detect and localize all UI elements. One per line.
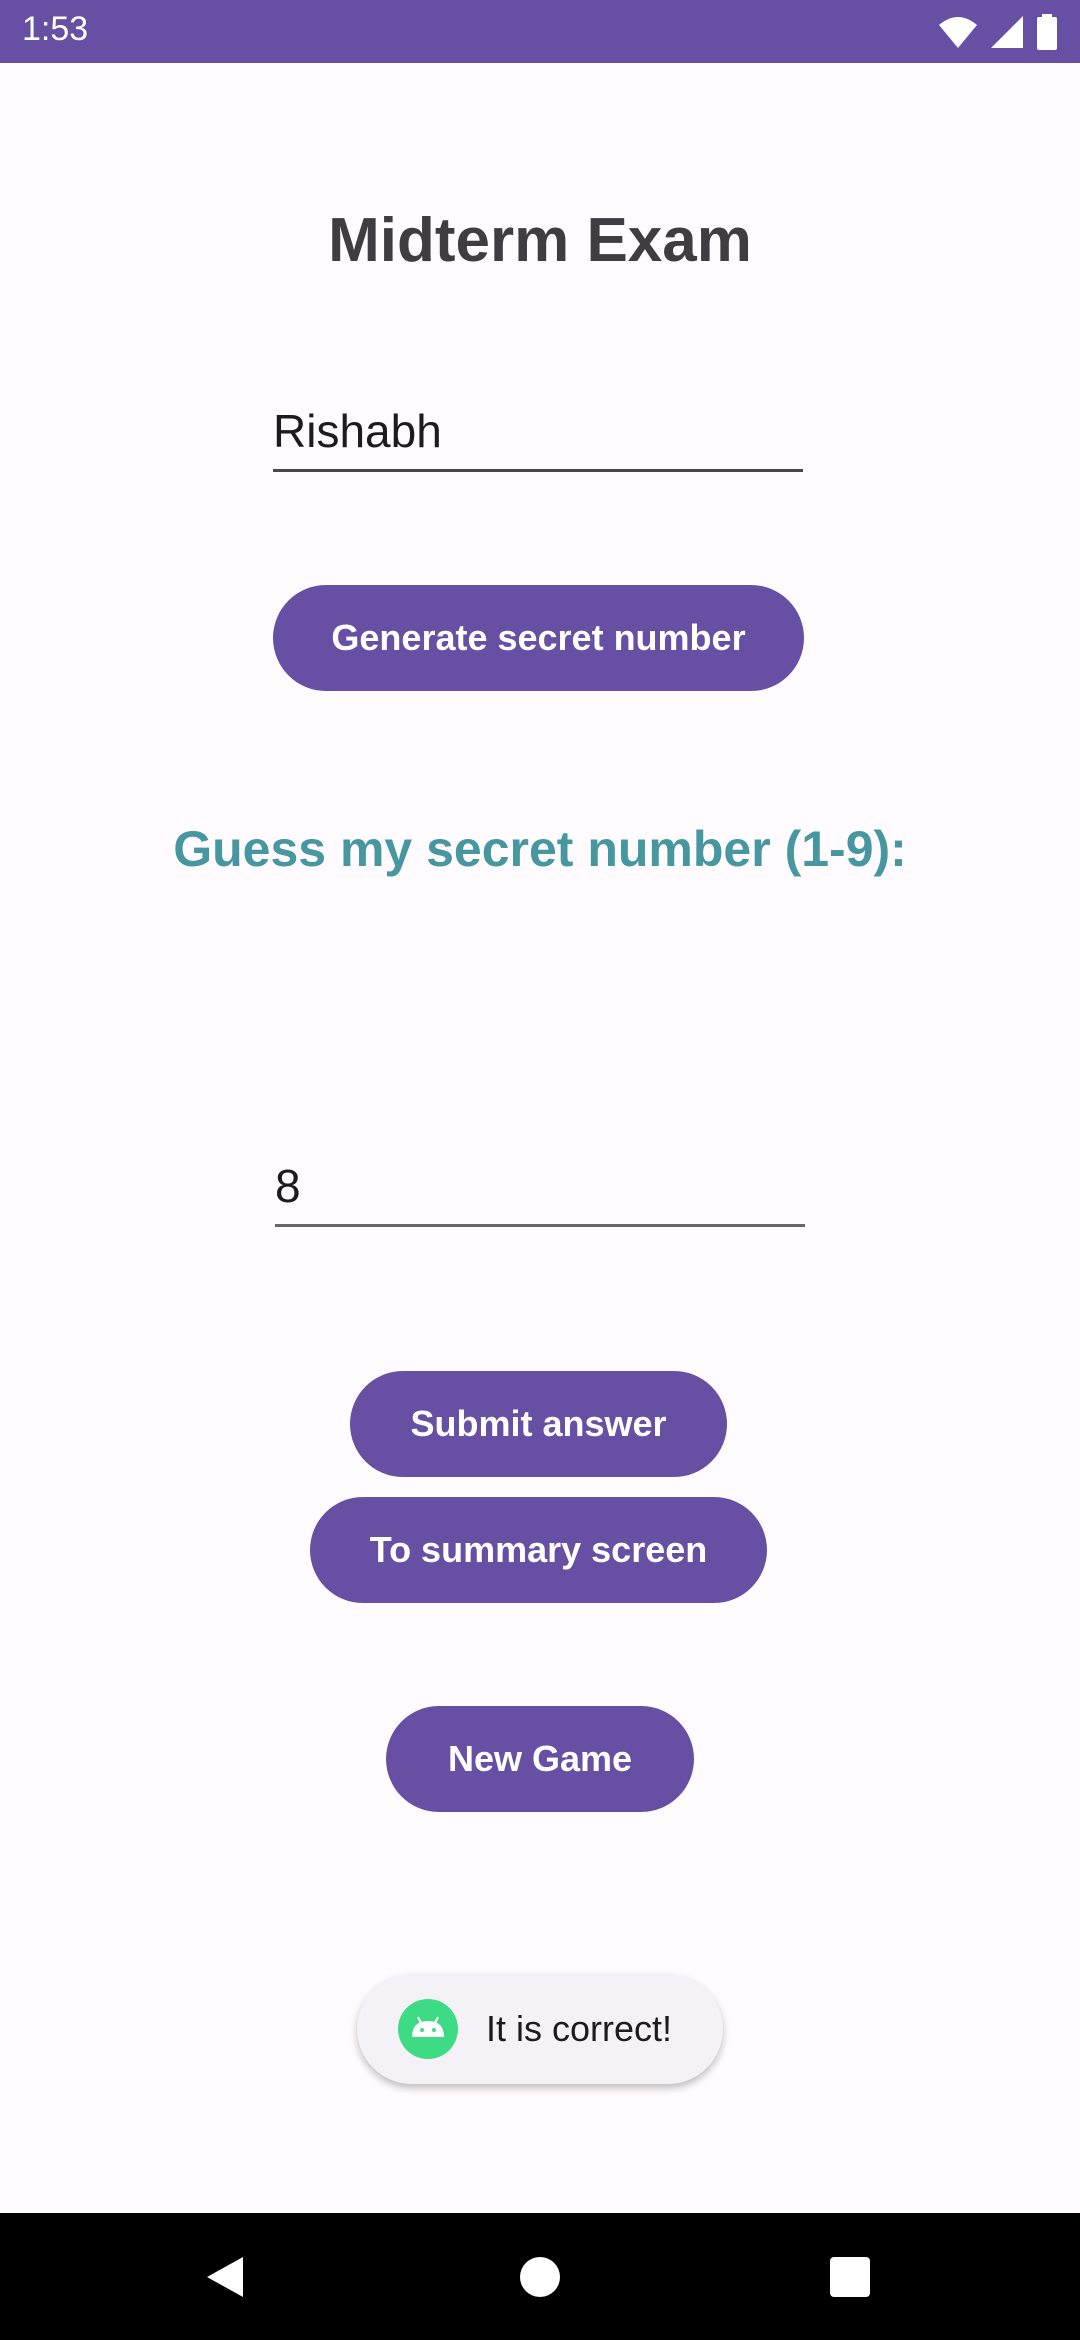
page-title: Midterm Exam <box>328 206 752 275</box>
status-icons <box>938 13 1058 51</box>
status-bar: 1:53 <box>0 0 1080 63</box>
navigation-bar <box>0 2213 1080 2340</box>
battery-icon <box>1037 14 1057 50</box>
toast-text: It is correct! <box>486 2008 673 2049</box>
home-icon[interactable] <box>505 2213 575 2340</box>
new-game-button[interactable]: New Game <box>386 1706 694 1812</box>
wifi-icon <box>939 17 977 48</box>
cellular-signal-icon <box>991 16 1023 48</box>
name-input[interactable]: Rishabh <box>273 400 803 472</box>
status-time: 1:53 <box>22 10 89 48</box>
back-icon[interactable] <box>190 2213 260 2340</box>
toast-message: It is correct! <box>357 1974 723 2084</box>
to-summary-screen-button[interactable]: To summary screen <box>310 1497 767 1603</box>
generate-secret-number-button[interactable]: Generate secret number <box>273 585 804 691</box>
android-icon <box>398 1999 458 2059</box>
guess-input[interactable]: 8 <box>275 1153 805 1227</box>
recents-icon[interactable] <box>815 2213 885 2340</box>
guess-prompt: Guess my secret number (1-9): <box>173 821 907 877</box>
submit-answer-button[interactable]: Submit answer <box>350 1371 727 1477</box>
